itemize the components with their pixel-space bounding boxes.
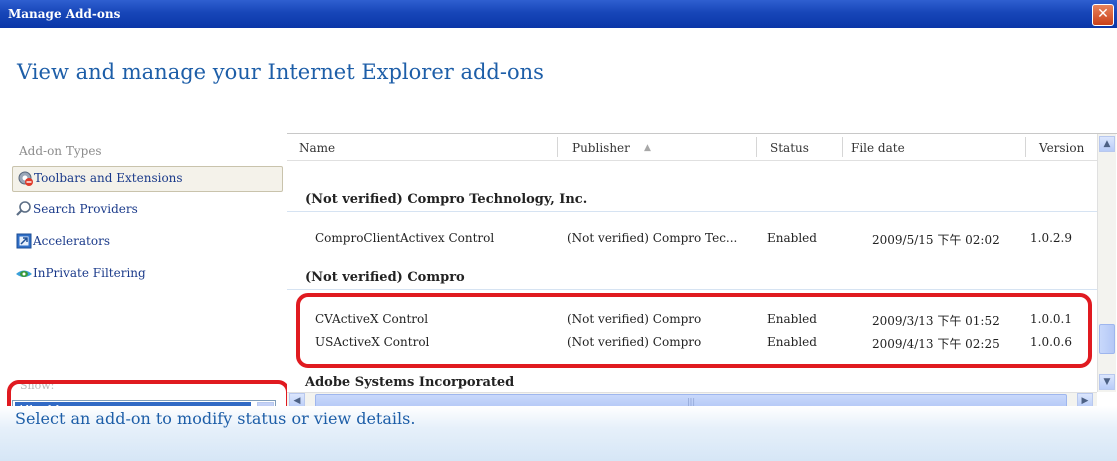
sort-ascending-icon: ▲ (644, 143, 651, 153)
window-titlebar: Manage Add-ons ✕ (0, 0, 1117, 28)
addon-types-pane: Add-on Types Toolbars and Extensions Sea… (8, 132, 285, 422)
gear-icon (18, 171, 33, 186)
clipped-row-remnant (305, 156, 1095, 162)
group-header: (Not verified) Compro Technology, Inc. (305, 192, 588, 207)
group-header: (Not verified) Compro (305, 270, 465, 285)
status-text: Select an add-on to modify status or vie… (15, 409, 416, 428)
status-bar: Select an add-on to modify status or vie… (0, 406, 1117, 461)
column-header-publisher[interactable]: Publisher (572, 141, 630, 155)
addon-types-label: Add-on Types (19, 144, 102, 158)
inprivate-icon (16, 270, 32, 277)
page-heading: View and manage your Internet Explorer a… (17, 60, 544, 84)
addon-version: 1.0.2.9 (1030, 231, 1072, 245)
column-header-name[interactable]: Name (299, 141, 335, 155)
column-header-file-date[interactable]: File date (851, 141, 905, 155)
column-header-status[interactable]: Status (770, 141, 809, 155)
sidebar-item-toolbars[interactable]: Toolbars and Extensions (12, 166, 283, 192)
addon-status: Enabled (767, 231, 817, 245)
sidebar-item-accelerators[interactable]: Accelerators (12, 230, 281, 254)
sidebar-item-label: Accelerators (33, 234, 110, 248)
sidebar-item-label: InPrivate Filtering (33, 266, 146, 280)
scroll-down-icon[interactable]: ▼ (1099, 374, 1115, 390)
group-header: Adobe Systems Incorporated (305, 375, 515, 390)
addon-name: ComproClientActivex Control (315, 231, 495, 245)
window-title: Manage Add-ons (8, 7, 121, 21)
sidebar-item-search-providers[interactable]: Search Providers (12, 198, 281, 222)
scroll-up-icon[interactable]: ▲ (1099, 136, 1115, 152)
accelerator-icon (16, 233, 32, 249)
sidebar-item-inprivate-filtering[interactable]: InPrivate Filtering (12, 262, 281, 286)
sidebar-item-label: Search Providers (33, 202, 138, 216)
column-header-version[interactable]: Version (1039, 141, 1084, 155)
vertical-scroll-thumb[interactable] (1099, 324, 1115, 354)
search-icon (16, 201, 31, 216)
close-button[interactable]: ✕ (1092, 4, 1114, 26)
vertical-scrollbar[interactable]: ▲ ▼ (1097, 134, 1116, 392)
addon-file-date: 2009/5/15 下午 02:02 (872, 233, 1000, 247)
addon-publisher: (Not verified) Compro Tec... (567, 231, 738, 245)
sidebar-item-label: Toolbars and Extensions (34, 171, 183, 185)
rows-highlight (296, 293, 1092, 368)
